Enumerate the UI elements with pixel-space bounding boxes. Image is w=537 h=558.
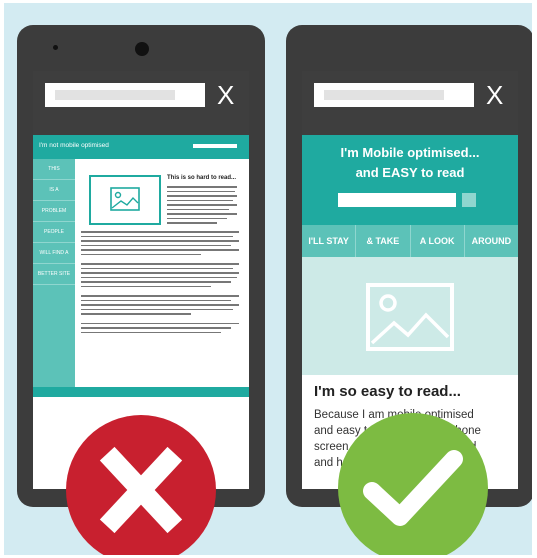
bad-badge (66, 415, 216, 555)
right-nav-bar: I'LL STAY & TAKE A LOOK AROUND (302, 225, 518, 257)
illustration-frame: X I'm not mobile optimised THIS IS A PRO… (4, 3, 532, 555)
left-url-bar[interactable] (45, 83, 205, 107)
right-url-bar[interactable] (314, 83, 474, 107)
left-nav-item[interactable]: PEOPLE (33, 222, 75, 243)
right-nav-item[interactable]: I'LL STAY (302, 225, 357, 257)
close-icon[interactable]: X (486, 82, 503, 108)
left-banner: I'm not mobile optimised (33, 135, 249, 159)
left-image-placeholder (89, 175, 161, 225)
right-nav-item[interactable]: A LOOK (411, 225, 465, 257)
left-footer-band (33, 387, 249, 397)
left-nav-item[interactable]: IS A (33, 180, 75, 201)
left-phone-camera (135, 42, 149, 56)
right-hero-image (302, 257, 518, 375)
left-nav-item[interactable]: BETTER SITE (33, 264, 75, 285)
left-nav-item[interactable]: PROBLEM (33, 201, 75, 222)
right-search-input[interactable] (338, 193, 456, 207)
left-phone-sensor (53, 45, 58, 50)
right-header: I'm Mobile optimised... and EASY to read (302, 135, 518, 225)
left-url-placeholder (55, 90, 175, 100)
image-placeholder-icon (110, 187, 140, 211)
left-sidebar-nav: THIS IS A PROBLEM PEOPLE WILL FIND A BET… (33, 159, 75, 387)
right-browser-bar: X (302, 71, 518, 135)
left-browser-bar: X (33, 71, 249, 135)
close-icon[interactable]: X (217, 82, 234, 108)
right-nav-item[interactable]: & TAKE (356, 225, 411, 257)
right-search-button[interactable] (462, 193, 476, 207)
left-nav-item[interactable]: WILL FIND A (33, 243, 75, 264)
right-article-title: I'm so easy to read... (314, 383, 461, 400)
image-placeholder-icon (366, 283, 454, 351)
right-header-line1: I'm Mobile optimised... (340, 145, 480, 160)
left-article-title: This is so hard to read... (167, 175, 237, 181)
good-badge (338, 413, 488, 555)
check-icon (363, 450, 463, 526)
left-banner-text: I'm not mobile optimised (39, 142, 109, 149)
left-article-body-text (81, 231, 241, 336)
left-nav-item[interactable]: THIS (33, 159, 75, 180)
right-nav-item[interactable]: AROUND (465, 225, 518, 257)
right-header-line2: and EASY to read (355, 165, 465, 180)
left-banner-bar (193, 144, 237, 148)
left-article-small-text (167, 186, 239, 227)
right-url-placeholder (324, 90, 444, 100)
cross-icon (99, 446, 183, 534)
